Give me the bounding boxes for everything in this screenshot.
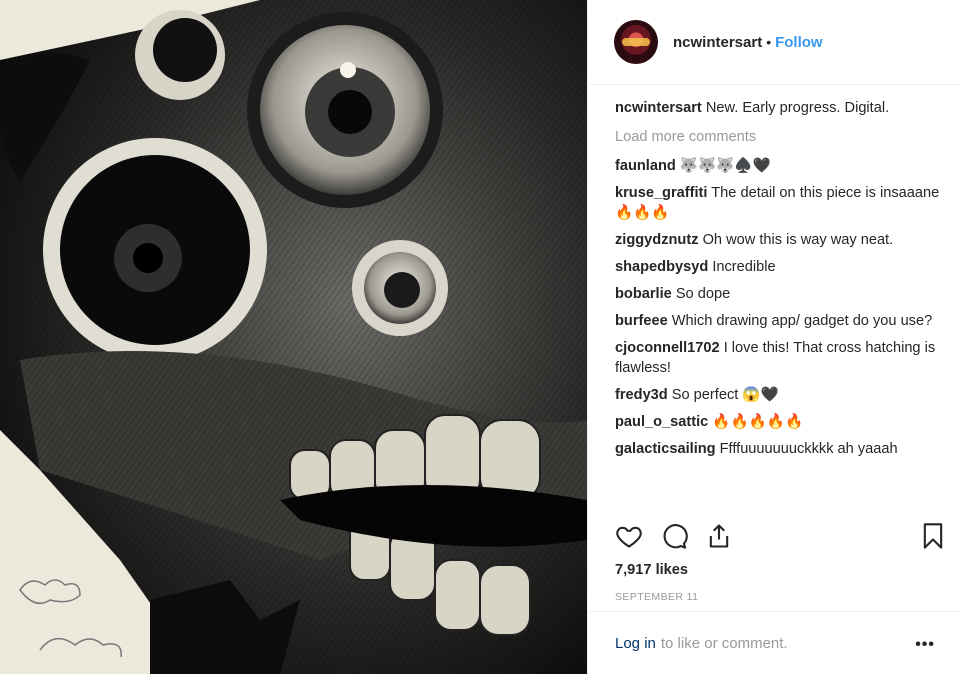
caption: ncwintersart New. Early progress. Digita… — [615, 98, 945, 118]
login-link[interactable]: Log in — [615, 635, 656, 652]
comment-text: So perfect 😱🖤 — [671, 387, 779, 403]
comment-item: paul_o_sattic 🔥🔥🔥🔥🔥 — [615, 412, 945, 432]
post-image[interactable] — [0, 0, 587, 674]
post-date: SEPTEMBER 11 — [615, 591, 699, 603]
login-bar: Log in to like or comment. ••• — [588, 611, 960, 674]
comment-text: So dope — [675, 286, 731, 302]
comment-username[interactable]: fredy3d — [615, 387, 668, 403]
comment-username[interactable]: bobarlie — [615, 286, 672, 302]
post-sidebar: ncwintersart • Follow ncwintersart New. … — [587, 0, 960, 674]
comment-username[interactable]: ziggydznutz — [615, 232, 699, 248]
caption-text: New. Early progress. Digital. — [705, 100, 890, 116]
comment-username[interactable]: paul_o_sattic — [615, 414, 708, 430]
comment-text: Ffffuuuuuuuckkkk ah yaaah — [719, 441, 898, 457]
comment-item: fredy3d So perfect 😱🖤 — [615, 385, 945, 405]
comment-username[interactable]: faunland — [615, 158, 676, 174]
comment-text: Incredible — [712, 259, 776, 275]
comment-item: burfeee Which drawing app/ gadget do you… — [615, 311, 945, 331]
separator-dot: • — [766, 34, 772, 50]
comment-text: 🔥🔥🔥🔥🔥 — [712, 414, 804, 430]
comment-text: 🐺🐺🐺♠️🖤 — [679, 158, 771, 174]
comment-item: faunland 🐺🐺🐺♠️🖤 — [615, 156, 945, 176]
comment-username[interactable]: galacticsailing — [615, 441, 716, 457]
header-username[interactable]: ncwintersart — [673, 34, 762, 51]
follow-button[interactable]: Follow — [775, 34, 823, 51]
instagram-post: ncwintersart • Follow ncwintersart New. … — [0, 0, 960, 674]
comment-item: cjoconnell1702 I love this! That cross h… — [615, 338, 945, 378]
comment-username[interactable]: kruse_graffiti — [615, 185, 707, 201]
comment-text: Oh wow this is way way neat. — [702, 232, 894, 248]
artwork-illustration — [0, 0, 587, 674]
comment-item: shapedbysyd Incredible — [615, 257, 945, 277]
avatar[interactable] — [614, 20, 658, 64]
post-header: ncwintersart • Follow — [588, 0, 960, 85]
comment-item: kruse_graffiti The detail on this piece … — [615, 183, 945, 223]
comment-item: ziggydznutz Oh wow this is way way neat. — [615, 230, 945, 250]
share-icon[interactable] — [705, 522, 733, 555]
load-more-comments-button[interactable]: Load more comments — [615, 127, 945, 147]
bookmark-icon[interactable] — [919, 522, 947, 555]
comment-item: bobarlie So dope — [615, 284, 945, 304]
comment-username[interactable]: burfeee — [615, 313, 668, 329]
login-text: to like or comment. — [660, 634, 788, 652]
comments-list: ncwintersart New. Early progress. Digita… — [615, 98, 945, 466]
action-bar — [615, 522, 948, 554]
comment-icon[interactable] — [660, 522, 688, 555]
comment-item: galacticsailing Ffffuuuuuuuckkkk ah yaaa… — [615, 439, 945, 459]
comment-username[interactable]: cjoconnell1702 — [615, 340, 720, 356]
likes-count[interactable]: 7,917 likes — [615, 562, 688, 578]
comment-username[interactable]: shapedbysyd — [615, 259, 708, 275]
caption-username[interactable]: ncwintersart — [615, 100, 702, 116]
heart-icon[interactable] — [615, 522, 643, 555]
more-options-icon[interactable]: ••• — [915, 636, 935, 654]
comment-text: Which drawing app/ gadget do you use? — [671, 313, 933, 329]
